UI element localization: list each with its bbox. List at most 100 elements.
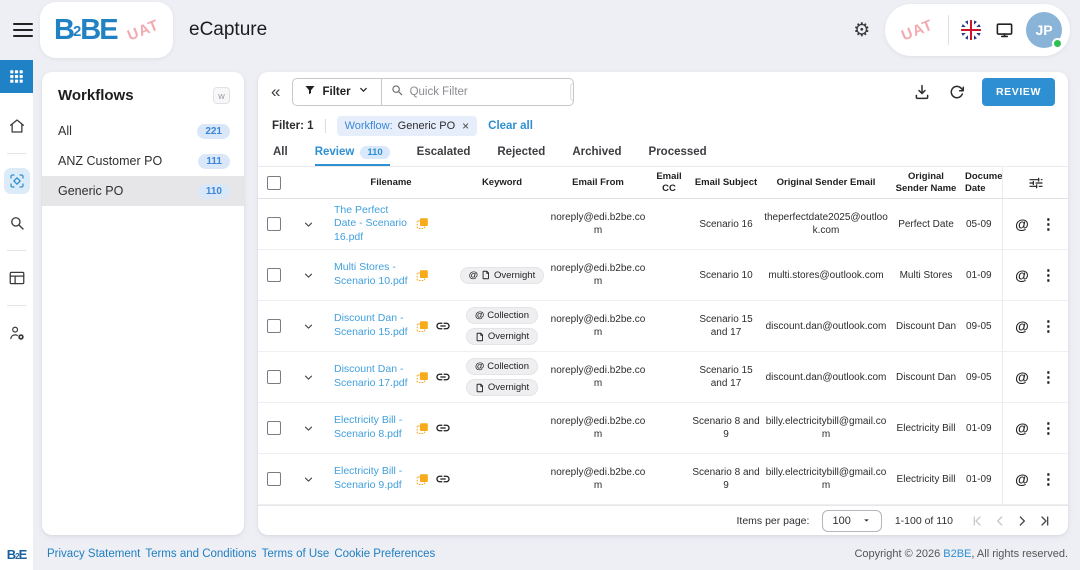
- gear-icon[interactable]: ⚙: [853, 21, 870, 40]
- row-checkbox[interactable]: [258, 319, 290, 333]
- column-header[interactable]: Original Sender Name: [890, 171, 962, 194]
- email-at-icon[interactable]: @: [1015, 267, 1029, 283]
- collapse-panel-icon[interactable]: «: [271, 82, 280, 102]
- tab-review[interactable]: Review110: [315, 140, 390, 166]
- filename-link[interactable]: The Perfect Date - Scenario 16.pdf: [334, 204, 410, 245]
- email-at-icon[interactable]: @: [1015, 471, 1029, 487]
- email-at-icon[interactable]: @: [1015, 318, 1029, 334]
- row-checkbox[interactable]: [258, 268, 290, 282]
- copy-attachment-icon[interactable]: [415, 472, 430, 487]
- row-menu-icon[interactable]: ⋮: [1041, 215, 1056, 233]
- clear-all-link[interactable]: Clear all: [488, 120, 533, 132]
- cell-email-from: noreply@edi.b2be.com: [548, 211, 648, 237]
- brand-logo[interactable]: B2BE UAT: [40, 2, 173, 58]
- first-page-icon[interactable]: [968, 511, 988, 531]
- download-icon[interactable]: [913, 83, 931, 101]
- last-page-icon[interactable]: [1034, 511, 1054, 531]
- filter-label: Filter: [322, 86, 350, 98]
- row-expand-icon[interactable]: [290, 371, 326, 384]
- row-expand-icon[interactable]: [290, 269, 326, 282]
- tab-escalated[interactable]: Escalated: [417, 140, 471, 166]
- previous-page-icon[interactable]: [990, 511, 1010, 531]
- tab-archived[interactable]: Archived: [572, 140, 621, 166]
- link-icon[interactable]: [435, 420, 451, 436]
- column-header[interactable]: Filename: [326, 177, 456, 188]
- row-menu-icon[interactable]: ⋮: [1041, 317, 1056, 335]
- next-page-icon[interactable]: [1012, 511, 1032, 531]
- page-size-select[interactable]: 100: [822, 510, 881, 532]
- tab-all[interactable]: All: [273, 140, 288, 166]
- cell-email-from: noreply@edi.b2be.com: [548, 364, 648, 390]
- link-icon[interactable]: [435, 318, 451, 334]
- footer-link[interactable]: Terms of Use: [262, 548, 330, 560]
- email-at-icon[interactable]: @: [1015, 420, 1029, 436]
- row-checkbox[interactable]: [258, 217, 290, 231]
- close-icon[interactable]: ×: [462, 119, 469, 133]
- row-menu-icon[interactable]: ⋮: [1041, 368, 1056, 386]
- slash-shortcut-hint: /: [570, 83, 575, 101]
- select-all-checkbox[interactable]: [258, 176, 290, 190]
- copy-attachment-icon[interactable]: [415, 216, 430, 231]
- copy-attachment-icon[interactable]: [415, 370, 430, 385]
- row-expand-icon[interactable]: [290, 320, 326, 333]
- filter-chip[interactable]: Workflow: Generic PO ×: [337, 116, 478, 136]
- copy-attachment-icon[interactable]: [415, 319, 430, 334]
- main-panel: « Filter /: [258, 72, 1068, 535]
- column-header[interactable]: Email From: [548, 177, 648, 188]
- row-checkbox[interactable]: [258, 472, 290, 486]
- workflow-item[interactable]: ANZ Customer PO111: [42, 146, 244, 176]
- link-icon[interactable]: [435, 369, 451, 385]
- row-menu-icon[interactable]: ⋮: [1041, 419, 1056, 437]
- column-header[interactable]: Document Date: [962, 171, 1002, 194]
- sidebar-item-spreadsheet[interactable]: [4, 265, 30, 291]
- email-at-icon[interactable]: @: [1015, 216, 1029, 232]
- workflow-item[interactable]: Generic PO110: [42, 176, 244, 206]
- row-expand-icon[interactable]: [290, 218, 326, 231]
- copy-attachment-icon[interactable]: [415, 421, 430, 436]
- tab-rejected[interactable]: Rejected: [497, 140, 545, 166]
- filename-link[interactable]: Electricity Bill - Scenario 8.pdf: [334, 414, 410, 441]
- divider: [7, 153, 26, 154]
- row-checkbox[interactable]: [258, 370, 290, 384]
- filename-link[interactable]: Multi Stores - Scenario 10.pdf: [334, 261, 410, 288]
- copy-attachment-icon[interactable]: [415, 268, 430, 283]
- cell-sender-name: Electricity Bill: [890, 422, 962, 435]
- footer-link[interactable]: Privacy Statement: [47, 548, 140, 560]
- row-checkbox[interactable]: [258, 421, 290, 435]
- row-menu-icon[interactable]: ⋮: [1041, 266, 1056, 284]
- column-header[interactable]: Email CC: [648, 171, 690, 194]
- filename-link[interactable]: Discount Dan - Scenario 17.pdf: [334, 363, 410, 390]
- workflow-item[interactable]: All221: [42, 116, 244, 146]
- tab-processed[interactable]: Processed: [649, 140, 707, 166]
- nav-rail: [0, 60, 33, 570]
- column-header[interactable]: Email Subject: [690, 177, 762, 188]
- status-tabs: All Review110 Escalated Rejected Archived Pro…: [258, 140, 1068, 167]
- row-expand-icon[interactable]: [290, 422, 326, 435]
- sidebar-item-apps[interactable]: [0, 60, 33, 93]
- divider: [7, 250, 26, 251]
- row-expand-icon[interactable]: [290, 473, 326, 486]
- footer-link[interactable]: Terms and Conditions: [145, 548, 256, 560]
- row-menu-icon[interactable]: ⋮: [1041, 470, 1056, 488]
- column-header[interactable]: Original Sender Email: [762, 177, 890, 188]
- column-header[interactable]: Keyword: [456, 177, 548, 188]
- sidebar-item-capture[interactable]: [4, 168, 30, 194]
- menu-icon[interactable]: [13, 19, 33, 41]
- filename-link[interactable]: Electricity Bill - Scenario 9.pdf: [334, 465, 410, 492]
- link-icon[interactable]: [435, 471, 451, 487]
- filename-link[interactable]: Discount Dan - Scenario 15.pdf: [334, 312, 410, 339]
- language-flag-icon[interactable]: [961, 20, 981, 40]
- review-button[interactable]: REVIEW: [982, 78, 1055, 106]
- monitor-icon[interactable]: [995, 21, 1014, 40]
- filter-dropdown-button[interactable]: Filter: [293, 79, 381, 105]
- footer-link[interactable]: Cookie Preferences: [334, 548, 435, 560]
- refresh-icon[interactable]: [948, 84, 965, 101]
- sidebar-item-search[interactable]: [4, 210, 30, 236]
- avatar[interactable]: JP: [1026, 12, 1062, 48]
- column-settings-icon[interactable]: [1002, 167, 1068, 198]
- quick-filter-input[interactable]: [410, 86, 564, 98]
- footer-brand-link[interactable]: B2BE: [943, 548, 971, 560]
- sidebar-item-user-settings[interactable]: [4, 320, 30, 346]
- sidebar-item-home[interactable]: [4, 113, 30, 139]
- email-at-icon[interactable]: @: [1015, 369, 1029, 385]
